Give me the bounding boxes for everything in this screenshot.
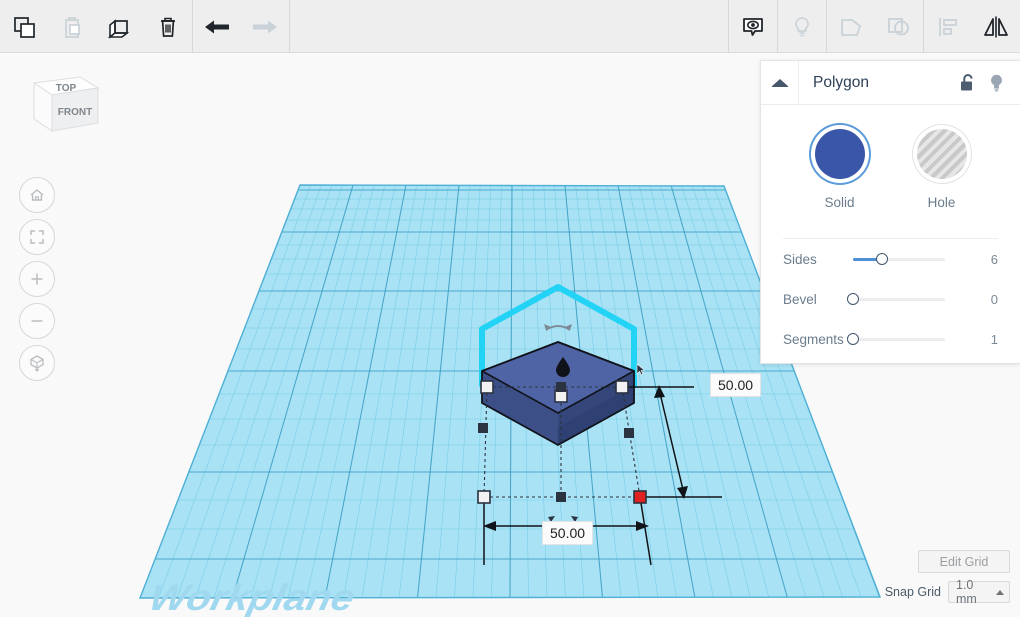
solid-swatch-circle	[814, 129, 865, 179]
segments-slider-label: Segments	[783, 331, 844, 347]
edit-grid-button[interactable]: Edit Grid	[918, 550, 1010, 573]
panel-body: Solid Hole Sides 6 Bevel 0 Segments 1	[761, 105, 1020, 363]
trash-icon	[161, 17, 175, 37]
panel-collapse-button[interactable]	[761, 60, 799, 105]
handle-top-right	[615, 380, 629, 394]
align-icon	[939, 17, 957, 36]
object-tools-group	[729, 0, 1020, 53]
segments-slider-knob[interactable]	[847, 333, 859, 345]
segments-slider-value: 1	[990, 331, 998, 347]
mouse-cursor-icon	[636, 363, 646, 376]
dimension-depth-label[interactable]: 50.00	[710, 373, 762, 397]
snap-grid-label: Snap Grid	[884, 585, 941, 599]
solid-swatch-label: Solid	[824, 195, 855, 210]
bevel-slider-track	[853, 297, 945, 301]
edit-tools-group	[0, 0, 192, 53]
align-button[interactable]	[924, 0, 972, 53]
snap-grid-row: Snap Grid 1.0 mm	[884, 578, 1010, 606]
bevel-slider-label: Bevel	[783, 291, 817, 307]
undo-button[interactable]	[193, 0, 241, 53]
triangle-up-icon	[770, 78, 789, 87]
snap-grid-value: 1.0 mm	[956, 578, 977, 606]
light-toggle-button[interactable]	[987, 72, 1006, 94]
segments-slider-row: Segments 1	[761, 319, 1020, 359]
group-button[interactable]	[827, 0, 875, 53]
snap-grid-select[interactable]: 1.0 mm	[948, 578, 1010, 606]
dimension-width-label[interactable]: 50.00	[542, 521, 594, 545]
tinkercad-editor: TOP FRONT Workplane 50.00 50.00 Edit Gri…	[0, 0, 1020, 617]
hole-swatch[interactable]: Hole	[916, 129, 967, 210]
sides-slider-knob[interactable]	[876, 253, 889, 265]
panel-header: Polygon	[761, 60, 1020, 105]
sides-slider-row: Sides 6	[761, 239, 1020, 279]
bevel-slider-knob[interactable]	[847, 293, 859, 305]
paste-icon	[65, 16, 80, 38]
mirror-button[interactable]	[972, 0, 1020, 53]
solid-swatch[interactable]: Solid	[814, 129, 865, 210]
segments-slider[interactable]	[847, 330, 945, 348]
bevel-slider-value: 0	[990, 291, 998, 307]
shape-properties-panel: Polygon Solid Hole Sides 6 Bevel 0 Segme…	[760, 60, 1020, 364]
undo-arrow-icon	[205, 20, 229, 33]
handle-bottom-mid	[556, 492, 566, 502]
handle-bottom-left	[477, 490, 491, 504]
top-toolbar	[0, 0, 1020, 53]
copy-button[interactable]	[0, 0, 48, 53]
eye-note-icon	[743, 17, 763, 36]
chevron-up-icon	[996, 589, 1004, 595]
lightbulb-icon	[795, 16, 809, 36]
duplicate-button[interactable]	[96, 0, 144, 53]
ungroup-button[interactable]	[875, 0, 923, 53]
panel-header-icons	[958, 72, 1020, 94]
mirror-icon	[984, 16, 1008, 37]
ungroup-shapes-icon	[888, 17, 909, 35]
sides-slider-label: Sides	[783, 251, 817, 267]
delete-button[interactable]	[144, 0, 192, 53]
bevel-slider-row: Bevel 0	[761, 279, 1020, 319]
redo-arrow-icon	[253, 20, 277, 33]
group-shapes-icon	[841, 18, 861, 36]
lightbulb-icon	[991, 74, 1002, 91]
copy-icon	[14, 16, 35, 38]
paste-button[interactable]	[48, 0, 96, 53]
lock-button[interactable]	[958, 72, 977, 94]
light-button[interactable]	[778, 0, 826, 53]
handle-top-mid	[556, 382, 566, 392]
handle-top-left	[480, 380, 494, 394]
hole-swatch-circle	[916, 129, 967, 179]
unlocked-padlock-icon	[961, 73, 973, 90]
segments-slider-track	[853, 337, 945, 341]
show-hide-button[interactable]	[729, 0, 777, 53]
sides-slider[interactable]	[853, 250, 945, 268]
handle-mid-left	[478, 423, 488, 433]
duplicate-icon	[107, 18, 130, 39]
shape-type-swatches: Solid Hole	[761, 123, 1020, 210]
history-group	[193, 0, 289, 53]
panel-title: Polygon	[813, 73, 870, 91]
handle-mid-right	[624, 428, 634, 438]
handle-bottom-right-active	[633, 490, 647, 504]
hole-swatch-label: Hole	[927, 195, 956, 210]
bevel-slider[interactable]	[847, 290, 945, 308]
redo-button[interactable]	[241, 0, 289, 53]
sides-slider-value: 6	[990, 251, 998, 267]
